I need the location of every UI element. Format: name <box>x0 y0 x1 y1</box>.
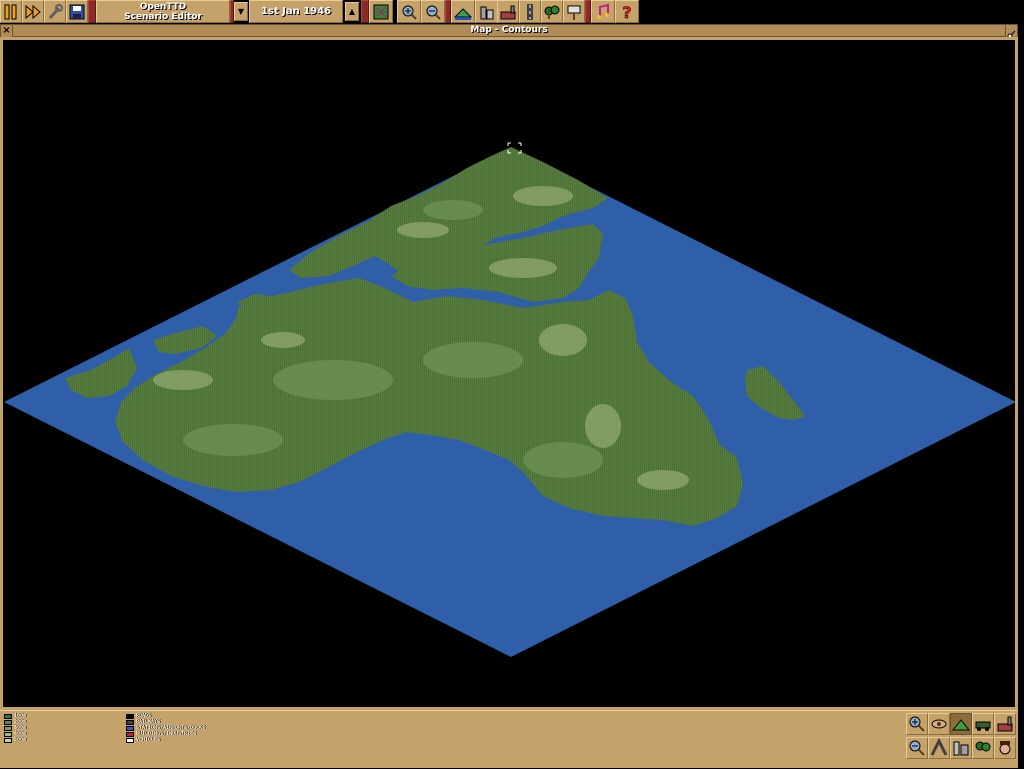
height-legend: 100m 200m 300m 400m 500m <box>4 714 26 744</box>
window-title: Map - Contours <box>470 25 548 35</box>
legend-label: 500m <box>14 737 27 743</box>
swatch <box>126 714 134 719</box>
minimap-canvas[interactable] <box>3 40 1015 707</box>
industry-icon <box>997 716 1013 732</box>
legend-label: VEHICLES <box>136 737 161 743</box>
town-button[interactable] <box>475 0 499 23</box>
arrow-up-icon: ▲ <box>348 7 356 16</box>
swatch <box>4 738 12 743</box>
swatch <box>4 720 12 725</box>
face-icon <box>999 741 1011 755</box>
zoom-in-button[interactable] <box>397 0 421 23</box>
toolbar-spacer <box>361 0 369 23</box>
trees-icon <box>544 5 560 19</box>
map-icon <box>373 4 389 19</box>
swatch <box>126 732 134 737</box>
background-strip <box>1018 24 1024 768</box>
settings-button[interactable] <box>44 0 66 23</box>
svg-text:?: ? <box>622 3 631 21</box>
title-line-1: OpenTTD <box>139 2 187 12</box>
question-icon: ? <box>622 3 632 21</box>
industry-button[interactable] <box>497 0 519 23</box>
swatch <box>4 714 12 719</box>
landscape-button[interactable] <box>451 0 475 23</box>
owners-map-button[interactable] <box>928 713 950 735</box>
landscape-icon <box>454 7 472 20</box>
pause-icon <box>4 4 17 19</box>
help-button[interactable]: ? <box>615 0 639 23</box>
contours-map-button[interactable] <box>950 713 972 735</box>
legend-item: 500m <box>4 738 26 743</box>
route-icon <box>930 737 948 756</box>
zoom-out-icon <box>426 5 441 20</box>
map-frame <box>0 37 1018 710</box>
swatch <box>126 726 134 731</box>
main-toolbar: OpenTTD Scenario Editor ▼ 1st Jan 1946 ▲ <box>0 0 1024 24</box>
swatch <box>126 720 134 725</box>
town-icon <box>480 6 494 19</box>
trees-map-button[interactable] <box>972 737 994 759</box>
date-back-button[interactable]: ▼ <box>234 2 248 21</box>
zoom-out-button[interactable] <box>421 0 445 23</box>
save-button[interactable] <box>66 0 88 23</box>
zoom-in-icon <box>402 5 417 20</box>
routes-map-button[interactable] <box>928 737 950 759</box>
fast-forward-icon <box>25 4 41 19</box>
road-icon <box>527 3 533 20</box>
map-button[interactable] <box>369 0 393 23</box>
music-button[interactable] <box>591 0 615 23</box>
industry-icon <box>500 5 516 19</box>
eye-icon <box>931 719 947 729</box>
zoom-in-icon <box>909 716 925 732</box>
buildings-icon <box>953 741 969 756</box>
vehicle-icon <box>975 721 991 731</box>
date-display: 1st Jan 1946 <box>249 0 343 23</box>
date-forward-button[interactable]: ▲ <box>345 2 359 21</box>
title-line-2: Scenario Editor <box>124 12 202 22</box>
trees-button[interactable] <box>541 0 563 23</box>
swatch <box>4 732 12 737</box>
toolbar-spacer <box>88 0 96 23</box>
pause-button[interactable] <box>0 0 22 23</box>
scenario-editor-title: OpenTTD Scenario Editor <box>96 0 230 23</box>
sign-icon <box>567 5 581 20</box>
arrow-down-icon: ▼ <box>237 7 245 16</box>
vegetation-map-button[interactable] <box>950 737 972 759</box>
window-titlebar[interactable]: × Map - Contours <box>0 24 1018 39</box>
zoom-out-map-button[interactable] <box>906 737 928 759</box>
music-icon <box>597 3 609 19</box>
signs-button[interactable] <box>563 0 585 23</box>
zoom-out-icon <box>909 740 925 756</box>
fast-forward-button[interactable] <box>22 0 44 23</box>
zoom-in-map-button[interactable] <box>906 713 928 735</box>
swatch <box>126 738 134 743</box>
road-button[interactable] <box>519 0 541 23</box>
sticky-button[interactable] <box>1005 25 1017 39</box>
wrench-icon <box>48 3 63 19</box>
map-window: × Map - Contours 100m 200m 300m 400m 500… <box>0 24 1018 768</box>
owner-face-button[interactable] <box>994 737 1016 759</box>
minimap-view[interactable] <box>3 40 1015 707</box>
swatch <box>4 726 12 731</box>
trees-icon <box>975 741 991 752</box>
industries-map-button[interactable] <box>994 713 1016 735</box>
legend-item: VEHICLES <box>126 738 205 743</box>
vehicles-map-button[interactable] <box>972 713 994 735</box>
disk-icon <box>69 4 85 19</box>
overlay-legend: ROADS RAILWAYS STATIONS/AIRPORTS/DOCKS B… <box>126 714 205 744</box>
map-legend: 100m 200m 300m 400m 500m ROADS RAILWAYS … <box>0 710 1018 768</box>
map-mode-buttons <box>906 711 1018 769</box>
contours-icon <box>951 719 971 731</box>
